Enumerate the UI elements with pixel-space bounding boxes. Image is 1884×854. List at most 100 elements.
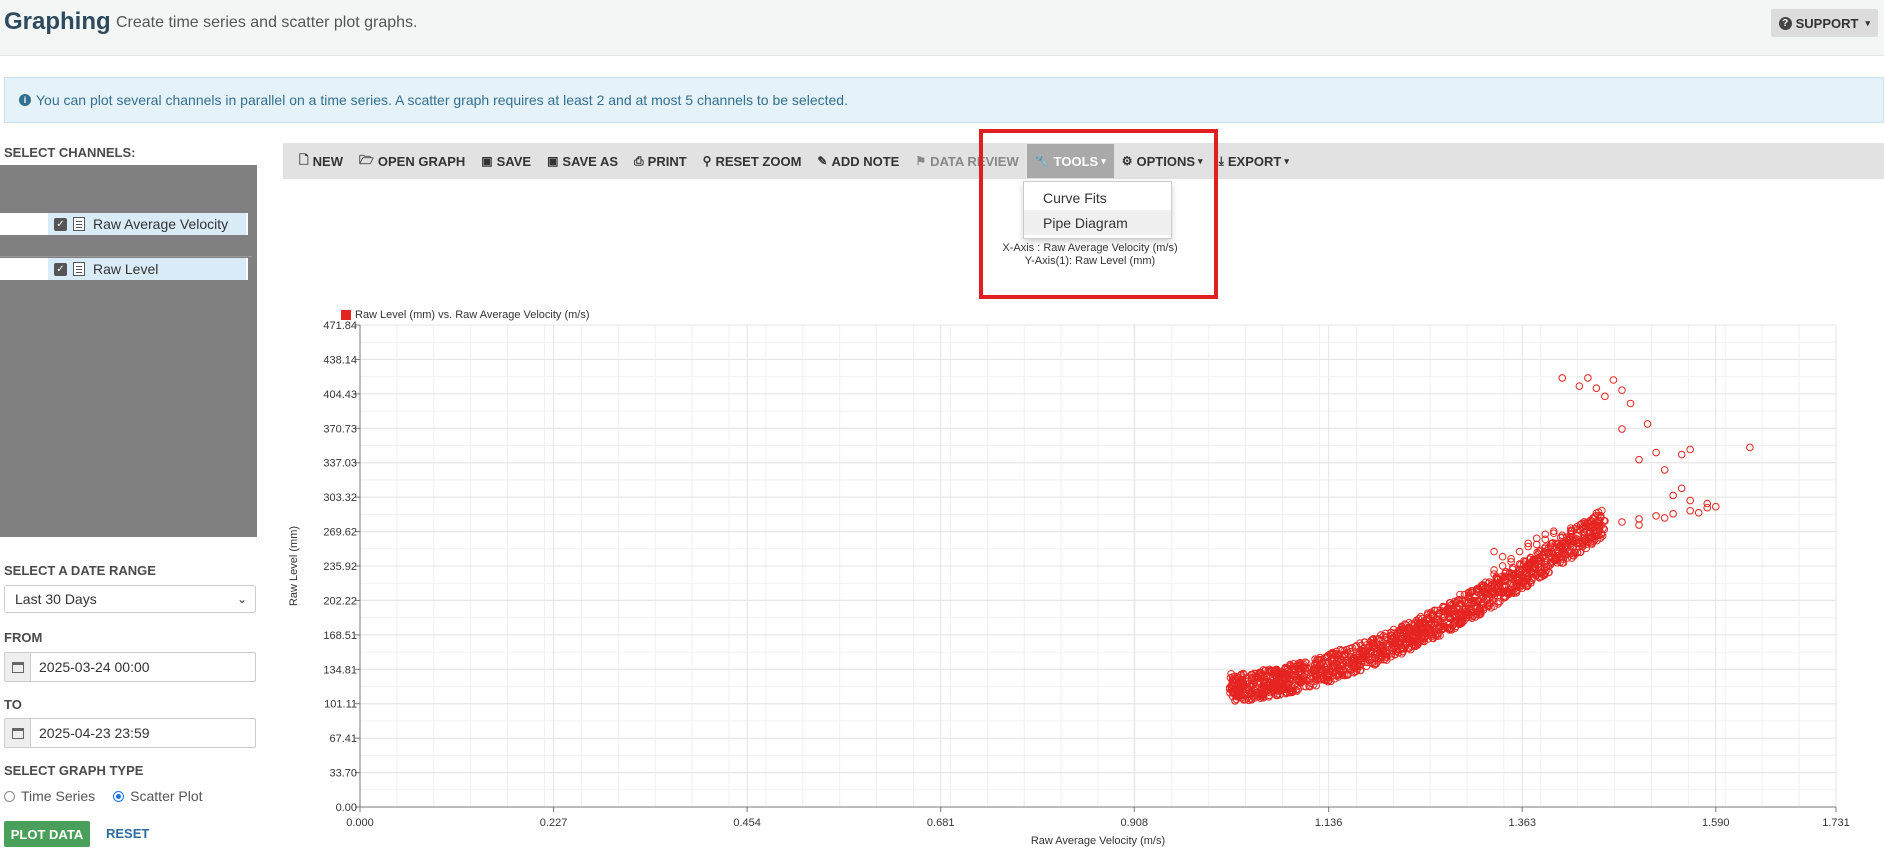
x-tick-label: 1.731 [1822, 817, 1850, 829]
x-tick-label: 0.000 [346, 817, 374, 829]
from-date-field[interactable]: 2025-03-24 00:00 [4, 652, 256, 682]
data-point [1490, 547, 1498, 556]
y-tick-label: 370.73 [323, 423, 357, 435]
data-point [1677, 450, 1686, 459]
data-point [1592, 384, 1601, 392]
x-tick-label: 1.363 [1508, 817, 1536, 829]
highlight-annotation [979, 129, 1218, 299]
plot-data-button[interactable]: PLOT DATA [4, 821, 90, 847]
data-point [1677, 484, 1686, 493]
file-icon: 🗋 [299, 152, 309, 167]
y-tick-label: 33.70 [329, 768, 357, 780]
caret-down-icon: ▾ [1284, 155, 1289, 166]
save-button[interactable]: ▣ SAVE [473, 144, 539, 178]
radio-scatter-plot[interactable] [113, 790, 125, 802]
reset-zoom-button[interactable]: ⚲ RESET ZOOM [695, 144, 810, 178]
caret-down-icon: ▾ [1865, 17, 1870, 28]
y-tick-label: 235.92 [323, 561, 357, 573]
data-point [1558, 374, 1567, 382]
download-icon: ⤓ [1218, 153, 1224, 168]
x-tick-label: 1.590 [1702, 817, 1730, 829]
printer-icon: ⎙ [634, 153, 644, 168]
y-tick-label: 168.51 [323, 630, 357, 642]
data-point [1618, 425, 1626, 433]
data-point [1686, 506, 1694, 515]
data-point [1660, 514, 1669, 522]
time-series-label[interactable]: Time Series [21, 788, 95, 804]
y-tick-label: 404.43 [323, 389, 357, 401]
date-range-label: SELECT A DATE RANGE [4, 563, 156, 578]
data-point [1635, 455, 1643, 464]
y-tick-label: 202.22 [323, 595, 357, 607]
y-axis-label: Raw Level (mm) [288, 526, 300, 606]
y-tick-label: 471.84 [323, 320, 357, 332]
info-banner: i You can plot several channels in paral… [4, 77, 1884, 123]
data-point [1669, 491, 1677, 500]
data-point [1669, 510, 1677, 518]
support-label: SUPPORT [1795, 15, 1859, 31]
y-tick-label: 101.11 [324, 699, 357, 711]
data-point [1532, 534, 1541, 543]
floppy-icon: ▣ [481, 154, 493, 168]
channel-row-raw-level[interactable]: ✓ Raw Level [0, 258, 248, 280]
y-tick-label: 269.62 [323, 527, 357, 539]
x-tick-label: 0.681 [927, 817, 955, 829]
scatter-plot-label[interactable]: Scatter Plot [130, 788, 202, 804]
data-point [1694, 508, 1703, 517]
data-point [1652, 512, 1660, 520]
folder-open-icon: 🗁 [359, 152, 374, 167]
y-tick-label: 67.41 [329, 733, 357, 745]
from-date-value: 2025-03-24 00:00 [39, 659, 150, 675]
checkbox-checked-icon[interactable]: ✓ [54, 217, 67, 231]
new-button[interactable]: 🗋 NEW [291, 144, 351, 178]
from-label: FROM [4, 630, 43, 645]
radio-time-series[interactable] [4, 790, 15, 802]
info-text: You can plot several channels in paralle… [36, 92, 848, 108]
data-point [1532, 540, 1541, 549]
channel-doc-icon [73, 262, 85, 276]
graph-type-label: SELECT GRAPH TYPE [4, 763, 144, 778]
data-point [1575, 382, 1584, 390]
chart-points [1225, 374, 1754, 705]
page-subtitle: Create time series and scatter plot grap… [116, 14, 418, 31]
info-icon: i [19, 94, 31, 106]
add-note-button[interactable]: ✎ ADD NOTE [809, 144, 907, 178]
x-tick-label: 0.908 [1120, 817, 1148, 829]
data-point [1609, 376, 1618, 384]
to-date-field[interactable]: 2025-04-23 23:59 [4, 718, 256, 748]
channel-group-divider [0, 237, 252, 257]
date-range-select[interactable]: Last 30 Days ⌄ [4, 585, 256, 613]
floppy-icon: ▣ [547, 154, 559, 168]
reset-button[interactable]: RESET [106, 826, 149, 841]
chart-ticks: 0.000 0.227 0.454 0.681 0.908 1.136 1.363 1.590… [323, 320, 1849, 829]
pencil-icon: ✎ [817, 154, 828, 168]
scatter-chart[interactable]: 0.000 0.227 0.454 0.681 0.908 1.136 1.363 1.590… [283, 300, 1884, 854]
y-tick-label: 0.00 [336, 802, 357, 814]
page-header: Graphing Create time series and scatter … [0, 0, 1884, 56]
graph-type-options: Time Series Scatter Plot [4, 788, 203, 804]
save-as-button[interactable]: ▣ SAVE AS [539, 144, 626, 178]
y-tick-label: 337.03 [323, 458, 357, 470]
to-label: TO [4, 697, 22, 712]
open-graph-button[interactable]: 🗁 OPEN GRAPH [351, 144, 473, 178]
data-point [1498, 552, 1507, 561]
export-button[interactable]: ⤓ EXPORT ▾ [1211, 144, 1297, 178]
data-point [1618, 518, 1626, 526]
print-button[interactable]: ⎙ PRINT [626, 144, 695, 178]
support-button[interactable]: ? SUPPORT ▾ [1770, 9, 1878, 37]
data-point [1703, 499, 1712, 508]
channel-row-raw-average-velocity[interactable]: ✓ Raw Average Velocity [0, 213, 248, 235]
y-tick-label: 134.81 [323, 664, 357, 676]
data-point [1635, 521, 1643, 529]
channel-doc-icon [73, 217, 85, 231]
calendar-icon[interactable] [5, 719, 31, 747]
chart-grid [359, 324, 1837, 808]
date-range-value: Last 30 Days [15, 591, 97, 607]
question-icon: ? [1778, 16, 1792, 30]
x-tick-label: 0.227 [540, 817, 568, 829]
data-point [1660, 466, 1669, 474]
calendar-icon[interactable] [5, 653, 31, 681]
x-tick-label: 0.454 [733, 817, 761, 829]
checkbox-checked-icon[interactable]: ✓ [54, 262, 67, 276]
channel-tree: ✓ Raw Average Velocity ✓ Raw Level [0, 165, 257, 537]
